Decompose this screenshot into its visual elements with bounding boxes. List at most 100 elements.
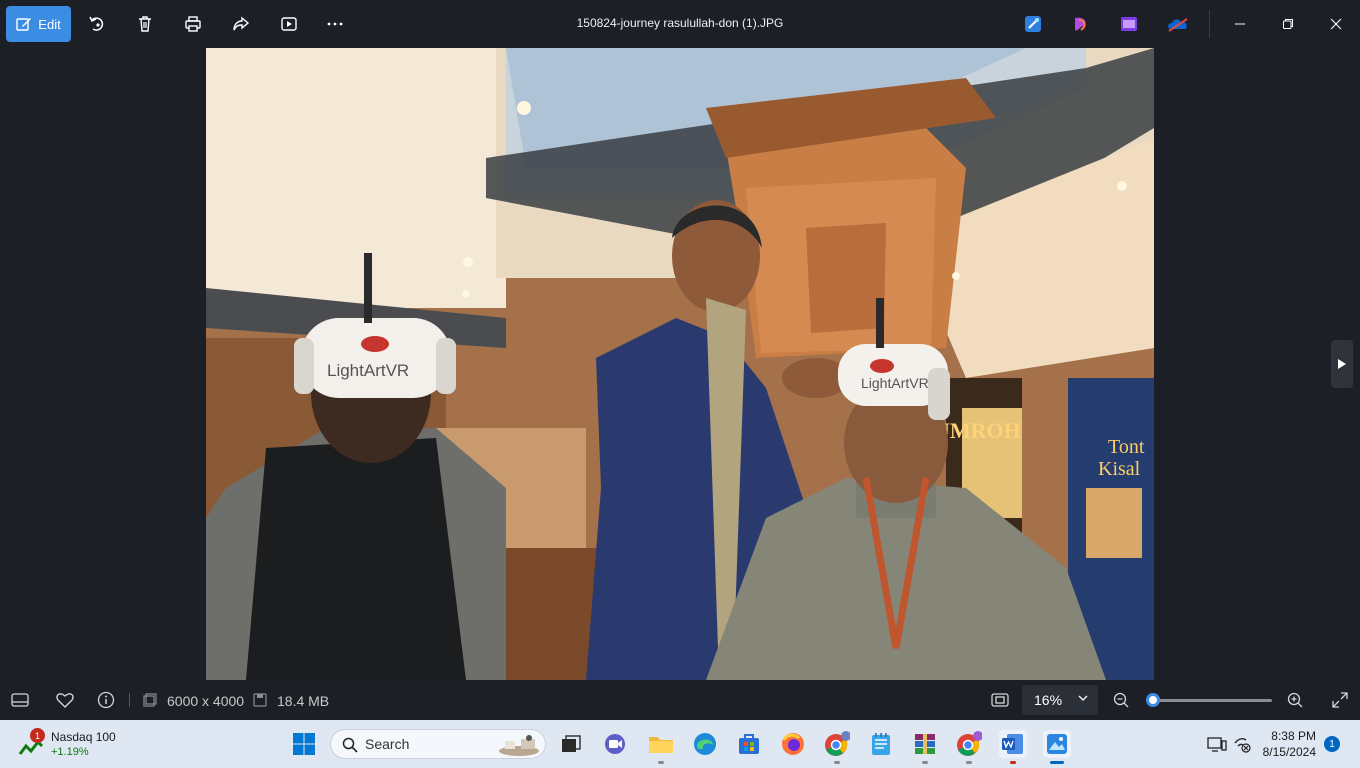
network-tray-button[interactable] [1228, 730, 1256, 758]
monitor-icon [1207, 737, 1227, 752]
photo-image: UMROH Tont Kisal LightArtVR LightArtVR [206, 48, 1154, 680]
chrome-icon [825, 731, 850, 756]
close-icon [1330, 18, 1342, 30]
running-indicator [658, 761, 664, 764]
notepad-icon [872, 733, 890, 755]
photos-icon [1047, 734, 1067, 754]
photo-viewer[interactable]: UMROH Tont Kisal LightArtVR LightArtVR [206, 48, 1154, 680]
word-icon [1002, 734, 1023, 754]
chrome-profile-r-button[interactable] [823, 730, 851, 764]
chrome-profile-w-button[interactable] [955, 730, 983, 764]
print-icon [185, 16, 201, 32]
stock-widget[interactable]: 1 Nasdaq 100 +1.19% [18, 728, 128, 762]
filmstrip-button[interactable] [10, 690, 30, 710]
zoom-in-button[interactable] [1285, 690, 1305, 710]
zoom-out-button[interactable] [1111, 690, 1131, 710]
edit-label: Edit [38, 16, 61, 32]
zoom-in-icon [1287, 692, 1303, 708]
notepad-button[interactable] [867, 730, 895, 758]
dimensions-icon [140, 690, 160, 710]
clipchamp-button[interactable] [1071, 14, 1091, 34]
close-button[interactable] [1324, 12, 1348, 36]
file-explorer-button[interactable] [647, 730, 675, 764]
archive-icon [915, 734, 935, 754]
notification-badge[interactable]: 1 [1324, 736, 1340, 752]
status-divider [129, 693, 130, 707]
fullscreen-icon [1332, 692, 1348, 708]
headset-right-label: LightArtVR [861, 375, 929, 391]
headset-left-label: LightArtVR [327, 361, 409, 380]
filmstrip-icon [11, 693, 29, 707]
taskbar-clock[interactable]: 8:38 PM 8/15/2024 [1263, 728, 1316, 760]
file-size: 18.4 MB [277, 693, 330, 709]
rotate-icon [89, 16, 104, 31]
delete-icon [139, 16, 151, 32]
widget-change: +1.19% [51, 746, 89, 758]
more-button[interactable] [323, 12, 347, 36]
start-button[interactable] [290, 730, 318, 758]
firefox-button[interactable] [779, 730, 807, 758]
store-button[interactable] [735, 730, 763, 758]
delete-button[interactable] [133, 12, 157, 36]
zoom-level: 16% [1034, 692, 1063, 708]
designer-button[interactable] [1023, 14, 1043, 34]
widget-badge: 1 [30, 728, 45, 743]
teams-meet-icon [605, 734, 625, 754]
active-indicator [1050, 761, 1064, 764]
zoom-slider-thumb[interactable] [1146, 693, 1160, 707]
file-title: 150824-journey rasulullah-don (1).JPG [576, 16, 784, 30]
favorite-button[interactable] [55, 690, 75, 710]
word-button[interactable] [999, 730, 1027, 764]
fit-screen-icon [991, 693, 1009, 707]
clock-date: 8/15/2024 [1262, 745, 1316, 759]
toolbar-divider [1209, 10, 1210, 38]
more-icon [327, 22, 343, 26]
maximize-button[interactable] [1276, 12, 1300, 36]
task-view-icon [562, 735, 581, 752]
restore-icon [1283, 19, 1293, 29]
firefox-icon [782, 733, 804, 755]
zoom-slider-track[interactable] [1150, 699, 1272, 702]
clock-time: 8:38 PM [1271, 729, 1316, 743]
chevron-right-icon [1338, 359, 1346, 369]
designer-icon [1025, 16, 1041, 32]
share-icon [233, 16, 250, 31]
video-icon [1121, 17, 1137, 31]
onedrive-button[interactable] [1167, 14, 1188, 34]
taskbar-search[interactable]: Search [330, 729, 546, 759]
task-view-button[interactable] [557, 730, 585, 758]
fit-to-window-button[interactable] [990, 690, 1010, 710]
chrome-icon [957, 731, 982, 756]
info-button[interactable] [96, 690, 116, 710]
onedrive-icon [1168, 18, 1188, 32]
devices-tray-button[interactable] [1203, 730, 1231, 758]
poster-right-line2: Kisal [1098, 458, 1141, 480]
print-button[interactable] [181, 12, 205, 36]
minimize-icon [1235, 23, 1245, 25]
edit-icon [16, 18, 32, 31]
network-disconnected-icon [1234, 738, 1251, 753]
video-editor-button[interactable] [1119, 14, 1139, 34]
edge-button[interactable] [691, 730, 719, 758]
status-bar: 6000 x 4000 18.4 MB 16% [0, 680, 1360, 720]
zoom-dropdown[interactable]: 16% [1022, 685, 1098, 715]
folder-icon [649, 737, 673, 753]
share-button[interactable] [229, 12, 253, 36]
photos-button[interactable] [1043, 730, 1071, 764]
store-icon [739, 734, 759, 754]
search-highlight-icon [499, 735, 539, 756]
edit-button[interactable]: Edit [6, 6, 71, 42]
slideshow-button[interactable] [277, 12, 301, 36]
minimize-button[interactable] [1228, 12, 1252, 36]
heart-icon [56, 693, 74, 708]
running-indicator [1010, 761, 1016, 764]
search-icon [342, 737, 358, 753]
teams-button[interactable] [602, 730, 630, 758]
windows-icon [293, 733, 315, 755]
next-image-button[interactable] [1331, 340, 1353, 388]
slideshow-icon [281, 17, 297, 31]
rotate-button[interactable] [85, 12, 109, 36]
running-indicator [922, 761, 928, 764]
fullscreen-button[interactable] [1330, 690, 1350, 710]
winrar-button[interactable] [911, 730, 939, 764]
